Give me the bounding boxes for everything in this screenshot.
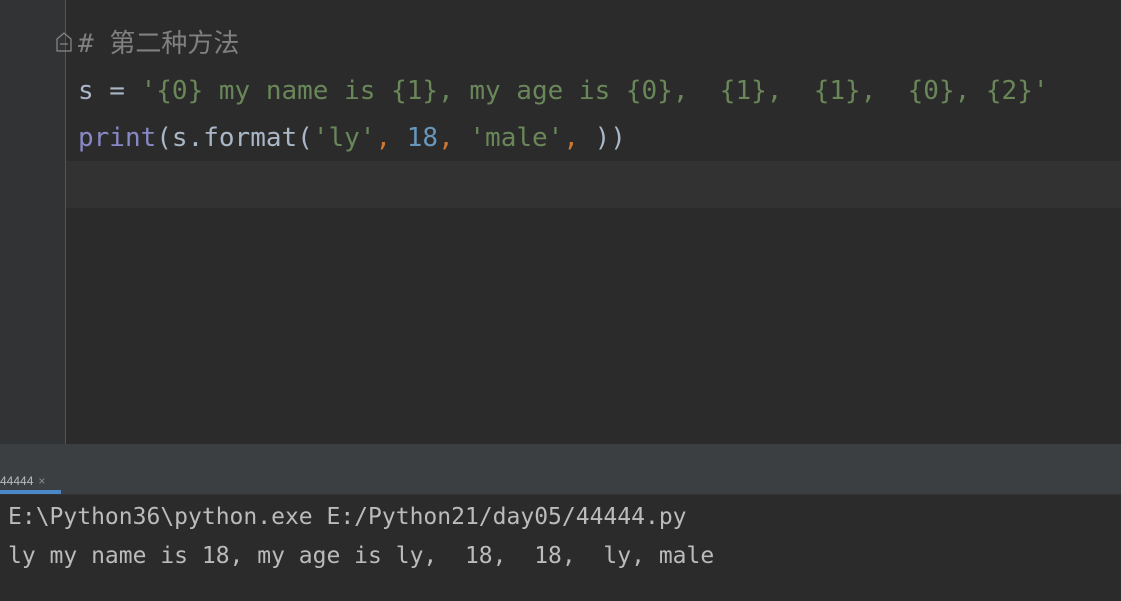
editor-gutter [0, 0, 65, 444]
code-line-assignment: s = '{0} my name is {1}, my age is {0}, … [78, 68, 1049, 114]
gutter-divider [65, 0, 66, 444]
close-icon[interactable]: × [38, 474, 45, 488]
call-close: )) [594, 123, 626, 153]
print-builtin: print [78, 123, 157, 153]
console-output-line: ly my name is 18, my age is ly, 18, 18, … [8, 543, 715, 569]
format-string: '{0} my name is {1}, my age is {0}, {1},… [140, 76, 1049, 106]
run-tab-label: 44444 [0, 474, 34, 488]
comment-text: 第二种方法 [109, 29, 240, 59]
code-editor[interactable]: # 第二种方法 s = '{0} my name is {1}, my age … [0, 0, 1121, 444]
arg-comma-3: , [563, 123, 595, 153]
comment-hash: # [78, 29, 94, 59]
fold-icon[interactable] [55, 31, 73, 53]
variable-name: s [78, 76, 94, 106]
active-tab-indicator [0, 490, 61, 494]
arg-number: 18 [406, 123, 439, 153]
arg-string-1: 'ly' [312, 123, 376, 153]
arg-comma-1: , [375, 123, 407, 153]
code-line-print: print(s.format('ly', 18, 'male', )) [78, 115, 626, 161]
code-line-comment: # 第二种方法 [78, 21, 239, 67]
panel-separator[interactable] [0, 444, 1121, 468]
format-call: (s.format( [156, 123, 313, 153]
assign-operator: = [93, 76, 141, 106]
arg-comma-2: , [438, 123, 470, 153]
arg-string-2: 'male' [469, 123, 564, 153]
run-console[interactable]: E:\Python36\python.exe E:/Python21/day05… [0, 495, 1121, 601]
run-tab-bar: 44444 × [0, 468, 1121, 495]
console-command-line: E:\Python36\python.exe E:/Python21/day05… [8, 504, 687, 530]
current-line-highlight [66, 161, 1121, 208]
ide-window: # 第二种方法 s = '{0} my name is {1}, my age … [0, 0, 1121, 601]
